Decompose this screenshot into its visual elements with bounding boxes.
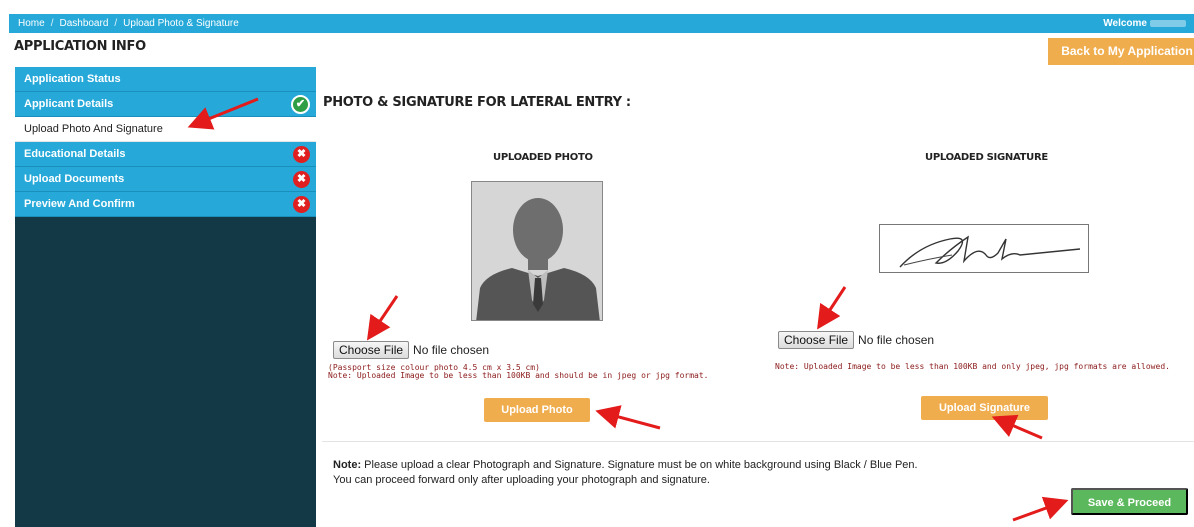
signature-format-note: Note: Uploaded Image to be less than 100… <box>775 362 1170 371</box>
avatar-placeholder-icon <box>472 182 602 320</box>
breadcrumb-home[interactable]: Home <box>18 18 45 29</box>
sidebar-item-educational-details[interactable]: Educational Details ✖ <box>15 142 316 167</box>
section-title: PHOTO & SIGNATURE FOR LATERAL ENTRY : <box>323 95 631 110</box>
page-title: APPLICATION INFO <box>14 39 146 54</box>
divider <box>322 441 1194 442</box>
arrow-icon <box>991 414 1043 440</box>
photo-file-status: No file chosen <box>413 343 490 357</box>
welcome-text: Welcome <box>1103 14 1186 33</box>
uploaded-photo-title: UPLOADED PHOTO <box>493 152 593 163</box>
error-x-icon: ✖ <box>293 171 310 188</box>
sidebar-item-preview-confirm[interactable]: Preview And Confirm ✖ <box>15 192 316 217</box>
upload-signature-button[interactable]: Upload Signature <box>921 396 1048 420</box>
upload-photo-button[interactable]: Upload Photo <box>484 398 590 422</box>
footer-note-label: Note: <box>333 459 362 471</box>
signature-file-status: No file chosen <box>858 333 935 347</box>
sidebar-item-upload-photo-signature[interactable]: Upload Photo And Signature <box>15 117 316 142</box>
arrow-icon <box>817 286 847 330</box>
sidebar-item-applicant-details[interactable]: Applicant Details ✔ <box>15 92 316 117</box>
photo-note: (Passport size colour photo 4.5 cm x 3.5… <box>328 364 718 380</box>
arrow-icon <box>366 295 399 341</box>
user-name-redacted <box>1150 19 1186 27</box>
sidebar-item-upload-documents[interactable]: Upload Documents ✖ <box>15 167 316 192</box>
photo-choose-file-button[interactable]: Choose File <box>333 341 410 359</box>
footer-note-line1: Please upload a clear Photograph and Sig… <box>364 459 918 471</box>
photo-file-input[interactable]: Choose File No file chosen <box>333 341 489 359</box>
signature-preview <box>879 224 1089 273</box>
signature-file-input[interactable]: Choose File No file chosen <box>778 331 934 349</box>
uploaded-signature-title: UPLOADED SIGNATURE <box>925 152 1048 163</box>
error-x-icon: ✖ <box>293 146 310 163</box>
arrow-icon <box>1012 496 1069 522</box>
sidebar-item-application-status[interactable]: Application Status <box>15 67 316 92</box>
footer-note-line2: You can proceed forward only after uploa… <box>333 474 710 486</box>
sidebar-item-label: Upload Photo And Signature <box>24 123 163 135</box>
error-x-icon: ✖ <box>293 196 310 213</box>
back-to-my-application-button[interactable]: Back to My Application <box>1048 38 1194 65</box>
breadcrumb: Home / Dashboard / Upload Photo & Signature … <box>9 14 1194 33</box>
sidebar-item-label: Educational Details <box>24 148 126 160</box>
arrow-icon <box>595 405 661 430</box>
sidebar: Application Status Applicant Details ✔ U… <box>15 67 316 527</box>
sidebar-item-label: Applicant Details <box>24 98 114 110</box>
footer-note: Note: Please upload a clear Photograph a… <box>333 458 918 488</box>
breadcrumb-dashboard[interactable]: Dashboard <box>59 18 108 29</box>
save-and-proceed-button[interactable]: Save & Proceed <box>1071 488 1188 515</box>
photo-preview <box>471 181 603 321</box>
breadcrumb-current: Upload Photo & Signature <box>123 18 239 29</box>
sidebar-item-label: Upload Documents <box>24 173 125 185</box>
sidebar-item-label: Application Status <box>24 73 121 85</box>
photo-format-note: Note: Uploaded Image to be less than 100… <box>328 371 709 380</box>
signature-choose-file-button[interactable]: Choose File <box>778 331 855 349</box>
check-circle-icon: ✔ <box>291 95 310 114</box>
sidebar-item-label: Preview And Confirm <box>24 198 135 210</box>
signature-scribble-icon <box>899 235 1081 268</box>
